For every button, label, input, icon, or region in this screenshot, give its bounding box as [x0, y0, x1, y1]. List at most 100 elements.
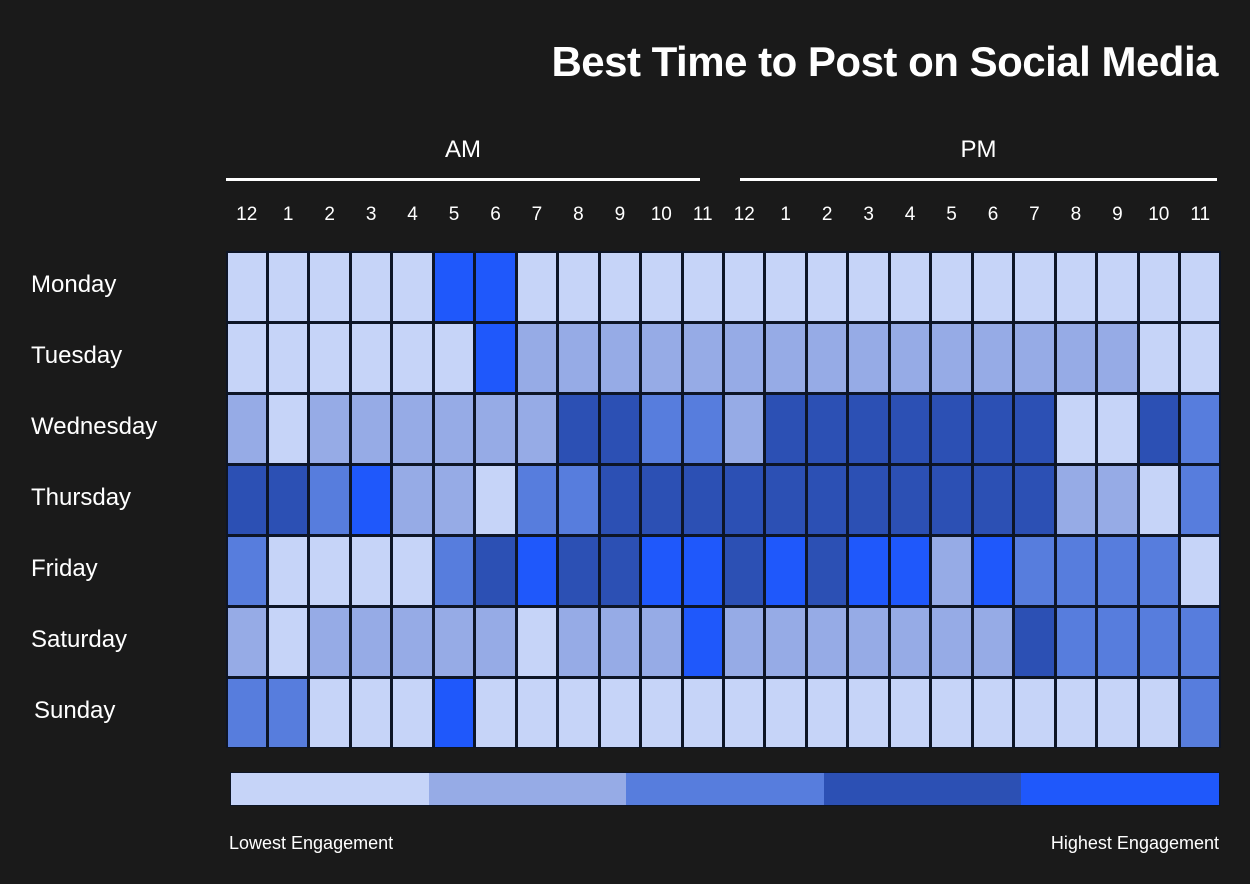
heatmap-cell	[268, 607, 308, 676]
heatmap-cell	[807, 323, 847, 392]
heatmap-cell	[1098, 323, 1137, 392]
heatmap-cell	[1015, 536, 1054, 605]
heatmap-cell	[1139, 465, 1179, 534]
heatmap-cell	[1098, 394, 1137, 463]
heatmap-cell	[683, 536, 722, 605]
heatmap-cell	[268, 678, 308, 747]
heatmap-cell	[559, 678, 598, 747]
hour-label: 2	[324, 204, 335, 225]
heatmap-cell	[600, 252, 640, 321]
heatmap-cell	[642, 465, 681, 534]
hour-label: 11	[1190, 204, 1211, 225]
heatmap-cell	[310, 394, 349, 463]
hour-label: 12	[733, 204, 755, 225]
heatmap-cell	[1098, 678, 1137, 747]
heatmap-cell	[725, 465, 764, 534]
heatmap-cell	[393, 394, 432, 463]
heatmap-cell	[1056, 323, 1096, 392]
heatmap-cell	[1139, 678, 1179, 747]
hour-label: 1	[282, 204, 294, 225]
heatmap-cell	[517, 394, 557, 463]
heatmap-cell	[517, 252, 557, 321]
heatmap-cell	[1098, 252, 1137, 321]
hour-label: 3	[863, 204, 874, 225]
heatmap-cell	[310, 323, 349, 392]
heatmap-cell	[1139, 323, 1179, 392]
heatmap-cell	[932, 678, 971, 747]
heatmap-cell	[973, 252, 1013, 321]
hour-label: 7	[531, 204, 543, 225]
heatmap-cell	[766, 607, 805, 676]
heatmap-cell	[559, 465, 598, 534]
heatmap-cell	[642, 678, 681, 747]
heatmap-cell	[227, 536, 266, 605]
heatmap-cell	[351, 465, 391, 534]
heatmap-cell	[807, 394, 847, 463]
heatmap-cell	[1015, 607, 1054, 676]
heatmap-cell	[642, 323, 681, 392]
heatmap-cell	[766, 465, 805, 534]
heatmap-cell	[973, 465, 1013, 534]
heatmap-cell	[766, 394, 805, 463]
heatmap-cell	[849, 465, 888, 534]
heatmap-cell	[227, 465, 266, 534]
heatmap-cell	[1056, 465, 1096, 534]
heatmap-cell	[600, 536, 640, 605]
heatmap-cell	[1098, 465, 1137, 534]
heatmap-cell	[973, 536, 1013, 605]
heatmap-cell	[1056, 678, 1096, 747]
heatmap-cell	[932, 465, 971, 534]
heatmap-cell	[683, 607, 722, 676]
heatmap-cell	[476, 252, 515, 321]
heatmap-cell	[849, 536, 888, 605]
heatmap-cell	[600, 678, 640, 747]
heatmap-cell	[849, 323, 888, 392]
period-line-am	[226, 178, 700, 181]
heatmap-cell	[517, 465, 557, 534]
heatmap-cell	[268, 252, 308, 321]
color-scale-legend	[230, 772, 1220, 806]
heatmap-cell	[807, 252, 847, 321]
heatmap-cell	[642, 394, 681, 463]
heatmap-cell	[559, 536, 598, 605]
hour-label: 7	[1029, 204, 1040, 225]
hour-label: 6	[987, 204, 999, 225]
heatmap-cell	[725, 394, 764, 463]
heatmap-cell	[766, 252, 805, 321]
heatmap-cell	[1015, 465, 1054, 534]
heatmap-cell	[600, 465, 640, 534]
legend-swatch	[1021, 773, 1219, 805]
hour-label: 8	[573, 204, 584, 225]
heatmap-cell	[1181, 323, 1220, 392]
heatmap-cell	[932, 252, 971, 321]
heatmap-cell	[351, 394, 391, 463]
heatmap-cell	[807, 607, 847, 676]
heatmap-cell	[890, 252, 930, 321]
heatmap-cell	[476, 607, 515, 676]
heatmap-cell	[476, 394, 515, 463]
heatmap-cell	[351, 536, 391, 605]
heatmap-cell	[227, 252, 266, 321]
heatmap-cell	[1056, 607, 1096, 676]
heatmap-cell	[807, 465, 847, 534]
heatmap-cell	[310, 252, 349, 321]
heatmap-cell	[434, 394, 474, 463]
heatmap-cell	[1181, 678, 1220, 747]
day-label: Thursday	[31, 483, 132, 511]
heatmap-cell	[807, 678, 847, 747]
hour-label: 5	[448, 204, 460, 225]
heatmap-cell	[393, 252, 432, 321]
hour-label: 1	[780, 204, 791, 225]
heatmap-cell	[600, 394, 640, 463]
heatmap-cell	[310, 678, 349, 747]
heatmap-cell	[725, 252, 764, 321]
day-label: Tuesday	[31, 341, 123, 369]
legend-swatch	[626, 773, 824, 805]
heatmap-cell	[434, 252, 474, 321]
heatmap-cell	[890, 465, 930, 534]
day-label: Sunday	[34, 696, 116, 724]
heatmap-cell	[393, 323, 432, 392]
heatmap-cell	[434, 678, 474, 747]
heatmap-cell	[227, 607, 266, 676]
heatmap-cell	[1098, 607, 1137, 676]
